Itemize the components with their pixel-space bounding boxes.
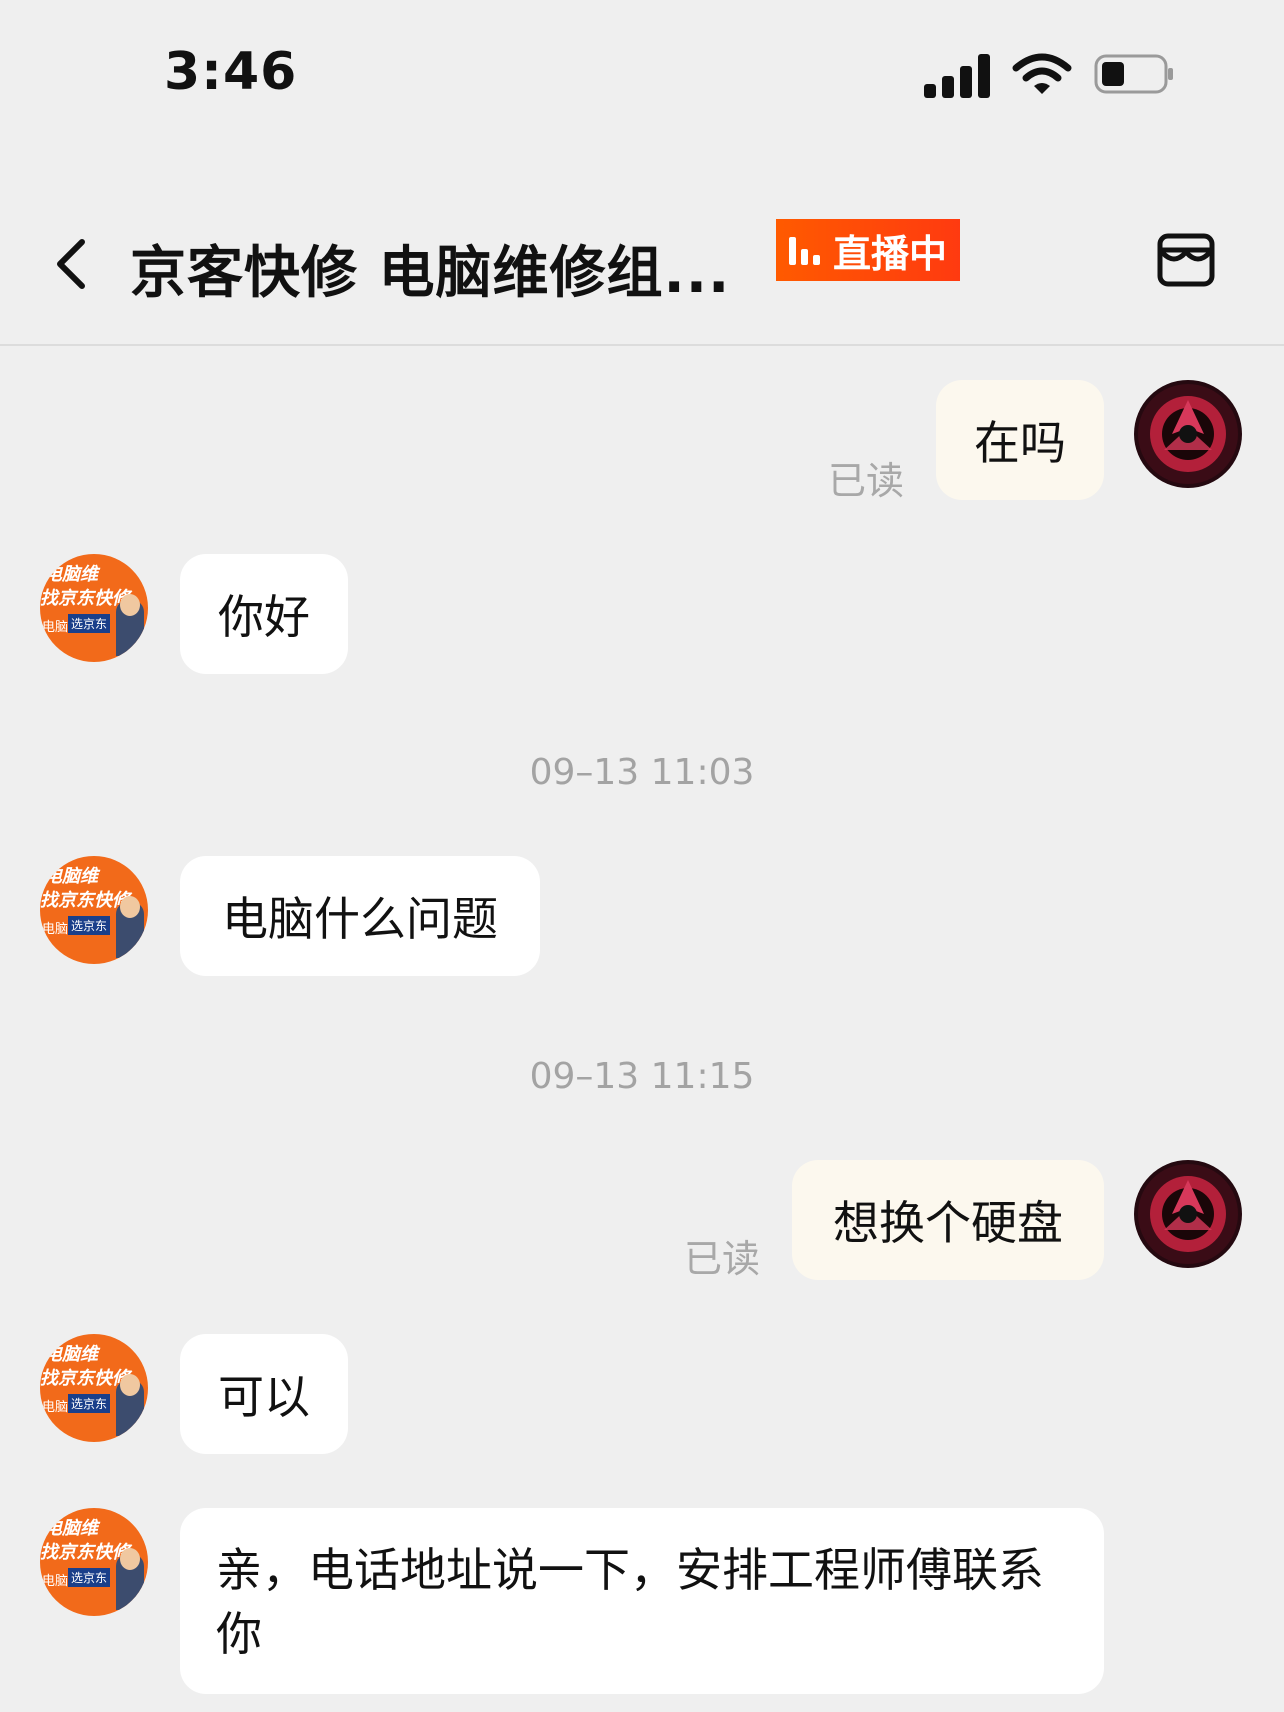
- message-bubble-incoming[interactable]: 你好: [180, 554, 348, 674]
- message-bubble-outgoing[interactable]: 想换个硬盘: [792, 1160, 1104, 1280]
- live-badge-label: 直播中: [832, 231, 947, 276]
- shop-avatar[interactable]: 电脑维 找京东快修 电脑 选京东: [40, 856, 148, 964]
- message-text: 你好: [218, 590, 310, 644]
- shop-avatar[interactable]: 电脑维 找京东快修 电脑 选京东: [40, 1508, 148, 1616]
- avatar-face: [120, 896, 140, 918]
- user-avatar[interactable]: [1134, 380, 1242, 488]
- sharingan-avatar-image: [1138, 384, 1238, 484]
- avatar-badge: 选京东: [68, 916, 111, 935]
- message-text: 想换个硬盘: [833, 1196, 1063, 1250]
- wifi-icon: [1012, 53, 1072, 94]
- shop-avatar[interactable]: 电脑维 找京东快修 电脑 选京东: [40, 1334, 148, 1442]
- status-time: 3:46: [164, 42, 298, 102]
- chat-timestamp: 09–13 11:15: [529, 1056, 755, 1097]
- avatar-badge: 选京东: [68, 1394, 111, 1413]
- avatar-face: [120, 1548, 140, 1570]
- avatar-badge: 选京东: [68, 1568, 111, 1587]
- avatar-face: [120, 1374, 140, 1396]
- sharingan-avatar-image: [1138, 1164, 1238, 1264]
- avatar-line3: 电脑: [42, 620, 69, 635]
- back-button[interactable]: [44, 234, 104, 294]
- avatar-face: [120, 594, 140, 616]
- message-text: 可以: [218, 1370, 310, 1424]
- message-bubble-outgoing[interactable]: 在吗: [936, 380, 1104, 500]
- message-text: 在吗: [974, 416, 1066, 470]
- battery-icon: [1094, 54, 1173, 94]
- live-bars-icon: [788, 235, 825, 265]
- chat-timestamp: 09–13 11:03: [529, 752, 755, 793]
- avatar-line1: 电脑维: [44, 564, 98, 585]
- shop-avatar[interactable]: 电脑维 找京东快修 电脑 选京东: [40, 554, 148, 662]
- message-bubble-incoming[interactable]: 电脑什么问题: [180, 856, 540, 976]
- message-text: 电脑什么问题: [222, 892, 498, 946]
- avatar-line3: 电脑: [42, 922, 69, 937]
- read-status: 已读: [828, 459, 905, 503]
- avatar-badge: 选京东: [68, 614, 111, 633]
- chat-header: 京客快修 电脑维修组... 直播中: [0, 200, 1284, 346]
- live-badge[interactable]: 直播中: [776, 219, 960, 281]
- message-bubble-incoming[interactable]: 可以: [180, 1334, 348, 1454]
- user-avatar[interactable]: [1134, 1160, 1242, 1268]
- status-bar: 3:46: [0, 0, 1284, 150]
- cellular-signal-icon: [924, 52, 992, 98]
- avatar-line1: 电脑维: [44, 866, 98, 887]
- chat-title[interactable]: 京客快修 电脑维修组...: [130, 228, 730, 309]
- avatar-line3: 电脑: [42, 1400, 69, 1415]
- message-bubble-incoming[interactable]: 亲，电话地址说一下，安排工程师傅联系你: [180, 1508, 1104, 1694]
- avatar-line1: 电脑维: [44, 1518, 98, 1539]
- store-icon[interactable]: [1154, 228, 1218, 292]
- avatar-line3: 电脑: [42, 1574, 69, 1589]
- message-text: 亲，电话地址说一下，安排工程师傅联系你: [216, 1543, 1044, 1661]
- read-status: 已读: [684, 1237, 761, 1281]
- avatar-line1: 电脑维: [44, 1344, 98, 1365]
